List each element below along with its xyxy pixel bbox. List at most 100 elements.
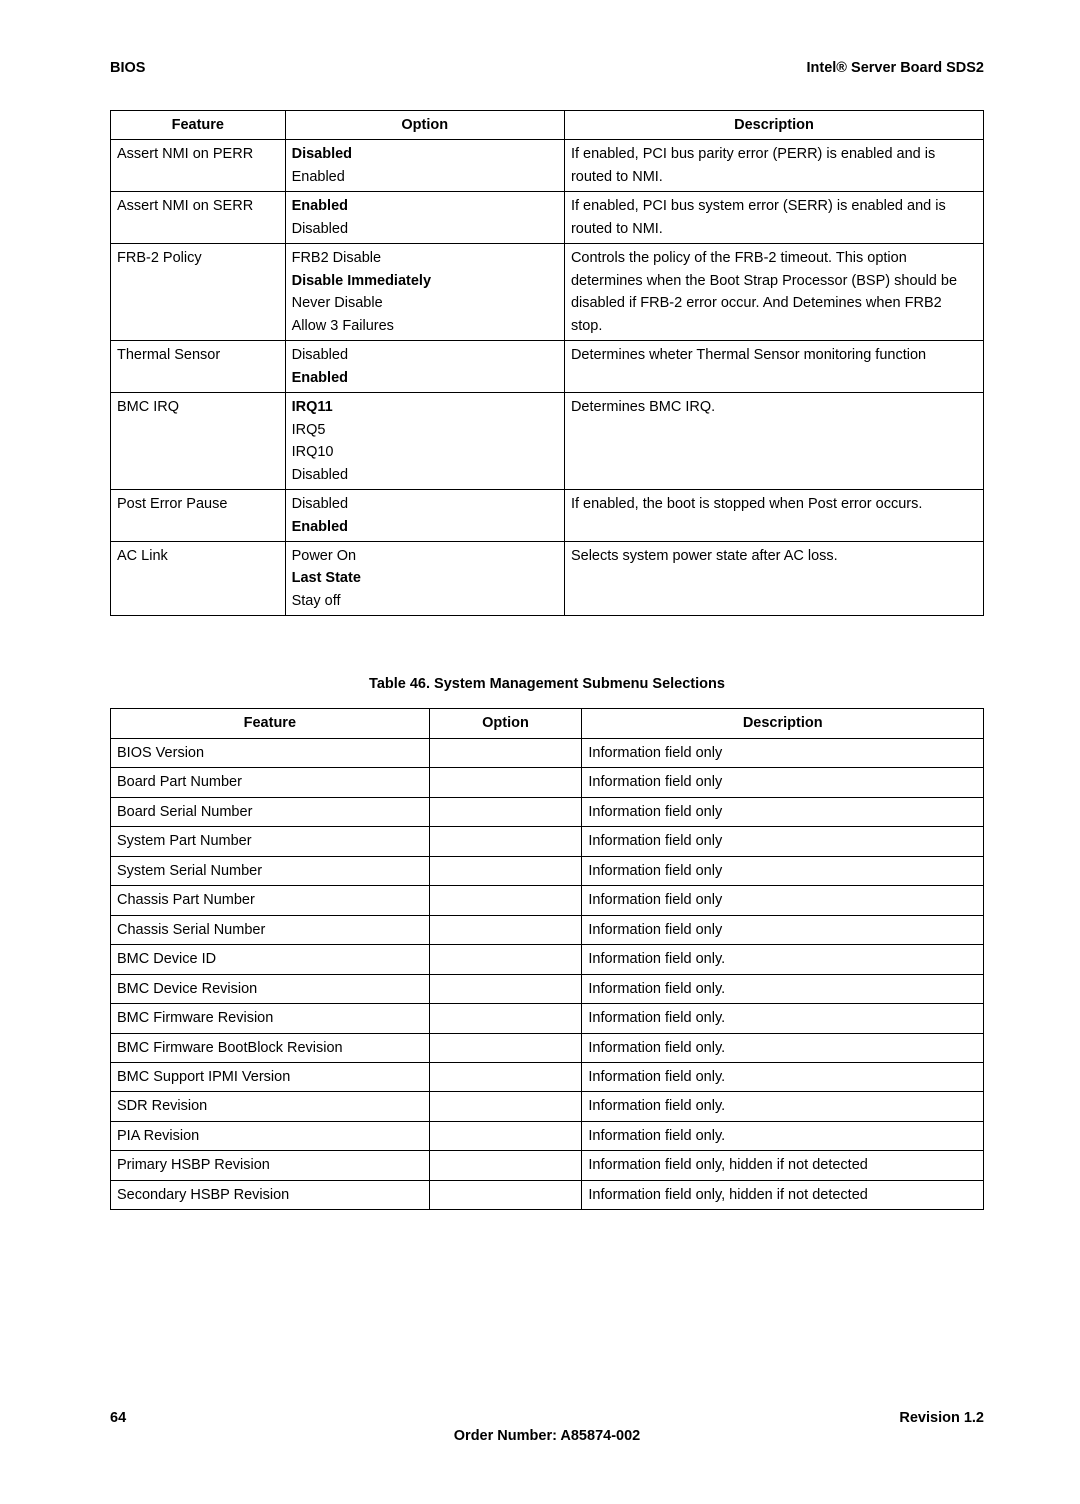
cell-option: Power OnLast StateStay off — [285, 541, 564, 615]
table-row: Assert NMI on PERRDisabledEnabledIf enab… — [111, 140, 984, 192]
cell-feature: BMC Firmware BootBlock Revision — [111, 1033, 430, 1062]
option-value: Disabled — [292, 493, 558, 515]
cell-option — [429, 1063, 582, 1092]
cell-description: Information field only — [582, 915, 984, 944]
cell-description: Information field only, hidden if not de… — [582, 1180, 984, 1209]
table-row: AC LinkPower OnLast StateStay offSelects… — [111, 541, 984, 615]
cell-option — [429, 768, 582, 797]
table-row: FRB-2 PolicyFRB2 DisableDisable Immediat… — [111, 244, 984, 341]
page-header: BIOS Intel® Server Board SDS2 — [110, 60, 984, 76]
header-left: BIOS — [110, 60, 145, 76]
option-value: Last State — [292, 567, 558, 589]
table-row: Thermal SensorDisabledEnabledDetermines … — [111, 341, 984, 393]
cell-feature: BMC Device Revision — [111, 974, 430, 1003]
cell-feature: BMC Device ID — [111, 945, 430, 974]
cell-feature: FRB-2 Policy — [111, 244, 286, 341]
cell-description: If enabled, PCI bus parity error (PERR) … — [564, 140, 983, 192]
cell-feature: SDR Revision — [111, 1092, 430, 1121]
cell-feature: System Serial Number — [111, 856, 430, 885]
cell-description: Information field only. — [582, 1004, 984, 1033]
table-row: System Serial Number Information field on… — [111, 856, 984, 885]
cell-feature: Secondary HSBP Revision — [111, 1180, 430, 1209]
option-value: Power On — [292, 545, 558, 567]
cell-option — [429, 915, 582, 944]
th-feature: Feature — [111, 111, 286, 140]
table-row: BMC Device Revision Information field onl… — [111, 974, 984, 1003]
option-value: Enabled — [292, 516, 558, 538]
cell-option — [429, 1121, 582, 1150]
th-option: Option — [285, 111, 564, 140]
table-header-row: Feature Option Description — [111, 111, 984, 140]
cell-feature: Board Serial Number — [111, 797, 430, 826]
table-row: Post Error PauseDisabledEnabledIf enable… — [111, 490, 984, 542]
cell-option: FRB2 DisableDisable ImmediatelyNever Dis… — [285, 244, 564, 341]
cell-description: Information field only. — [582, 1121, 984, 1150]
option-value: Disabled — [292, 464, 558, 486]
table-row: PIA RevisionInformation field only. — [111, 1121, 984, 1150]
cell-option — [429, 1033, 582, 1062]
option-value: Allow 3 Failures — [292, 315, 558, 337]
cell-description: Information field only — [582, 768, 984, 797]
cell-description: Determines BMC IRQ. — [564, 393, 983, 490]
order-number: Order Number: A85874-002 — [110, 1428, 984, 1444]
cell-description: If enabled, the boot is stopped when Pos… — [564, 490, 983, 542]
cell-option — [429, 974, 582, 1003]
option-value: Disable Immediately — [292, 270, 558, 292]
cell-description: Information field only — [582, 827, 984, 856]
option-value: Disabled — [292, 344, 558, 366]
th-description: Description — [564, 111, 983, 140]
cell-description: Information field only — [582, 856, 984, 885]
table-row: Primary HSBP RevisionInformation field o… — [111, 1151, 984, 1180]
th-description: Description — [582, 709, 984, 738]
option-value: IRQ10 — [292, 441, 558, 463]
option-value: FRB2 Disable — [292, 247, 558, 269]
cell-option — [429, 1092, 582, 1121]
cell-feature: Post Error Pause — [111, 490, 286, 542]
table-caption: Table 46. System Management Submenu Sele… — [110, 676, 984, 692]
cell-feature: System Part Number — [111, 827, 430, 856]
cell-description: If enabled, PCI bus system error (SERR) … — [564, 192, 983, 244]
cell-option — [429, 856, 582, 885]
cell-description: Selects system power state after AC loss… — [564, 541, 983, 615]
cell-description: Controls the policy of the FRB-2 timeout… — [564, 244, 983, 341]
cell-feature: AC Link — [111, 541, 286, 615]
option-value: Disabled — [292, 218, 558, 240]
page-footer: 64 Revision 1.2 Order Number: A85874-002 — [110, 1410, 984, 1444]
cell-description: Information field only. — [582, 974, 984, 1003]
cell-option: DisabledEnabled — [285, 490, 564, 542]
cell-feature: Assert NMI on PERR — [111, 140, 286, 192]
cell-feature: BMC Support IPMI Version — [111, 1063, 430, 1092]
cell-option: DisabledEnabled — [285, 140, 564, 192]
cell-option — [429, 886, 582, 915]
cell-option: EnabledDisabled — [285, 192, 564, 244]
cell-description: Determines wheter Thermal Sensor monitor… — [564, 341, 983, 393]
option-value: Enabled — [292, 195, 558, 217]
cell-description: Information field only — [582, 886, 984, 915]
server-management-table: Feature Option Description Assert NMI on… — [110, 110, 984, 616]
option-value: IRQ5 — [292, 419, 558, 441]
revision: Revision 1.2 — [899, 1410, 984, 1426]
cell-option — [429, 738, 582, 767]
cell-option — [429, 945, 582, 974]
cell-description: Information field only. — [582, 1092, 984, 1121]
cell-description: Information field only. — [582, 1063, 984, 1092]
table-row: SDR Revision Information field only. — [111, 1092, 984, 1121]
cell-feature: Primary HSBP Revision — [111, 1151, 430, 1180]
cell-option — [429, 827, 582, 856]
table-row: BMC Support IPMI Version Information fiel… — [111, 1063, 984, 1092]
header-right: Intel® Server Board SDS2 — [807, 60, 985, 76]
cell-feature: BMC IRQ — [111, 393, 286, 490]
table-row: System Part Number Information field only — [111, 827, 984, 856]
cell-feature: Chassis Serial Number — [111, 915, 430, 944]
table-row: BMC Firmware BootBlock RevisionInformati… — [111, 1033, 984, 1062]
cell-description: Information field only — [582, 797, 984, 826]
table-row: BMC Device IDInformation field only. — [111, 945, 984, 974]
cell-feature: Chassis Part Number — [111, 886, 430, 915]
cell-feature: BMC Firmware Revision — [111, 1004, 430, 1033]
table-row: Assert NMI on SERREnabledDisabledIf enab… — [111, 192, 984, 244]
table-row: BMC Firmware Revision Information field o… — [111, 1004, 984, 1033]
th-option: Option — [429, 709, 582, 738]
option-value: IRQ11 — [292, 396, 558, 418]
cell-option — [429, 1180, 582, 1209]
option-value: Disabled — [292, 143, 558, 165]
